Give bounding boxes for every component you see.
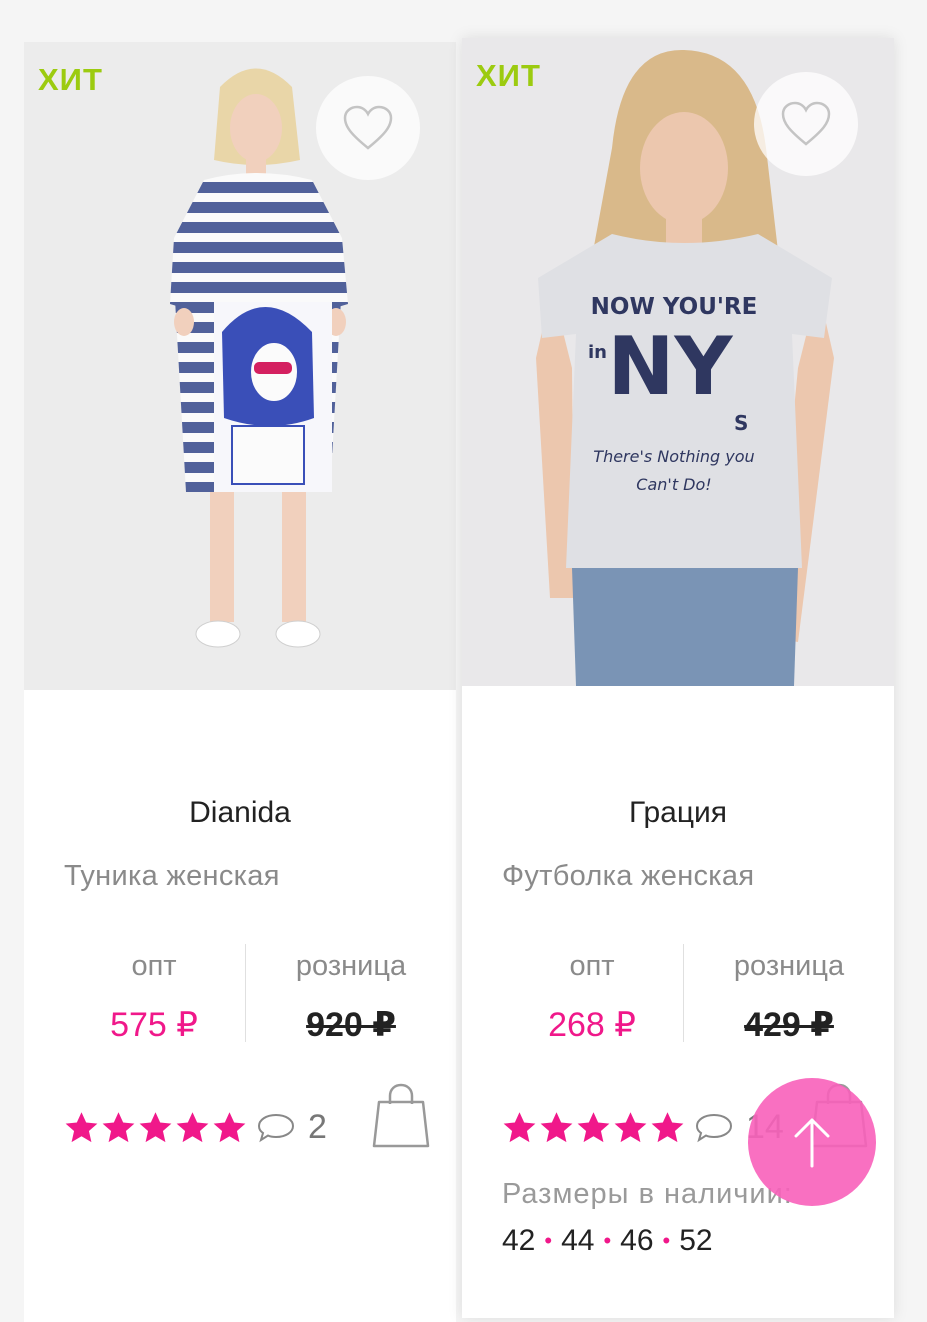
shirt-text-1: NOW YOU'RE <box>591 294 758 320</box>
size-option[interactable]: 42 <box>502 1224 535 1258</box>
star-icon <box>213 1112 246 1143</box>
product-card[interactable]: ХИТ Dianida Туника женская опт 575 ₽ роз… <box>24 42 456 1322</box>
comment-count: 2 <box>308 1108 327 1146</box>
price-divider <box>683 944 684 1042</box>
product-image[interactable]: NOW YOU'RE in NY S There's Nothing you C… <box>462 38 894 686</box>
size-option[interactable]: 46 <box>620 1224 653 1258</box>
scroll-to-top-button[interactable] <box>748 1078 876 1206</box>
arrow-up-icon <box>794 1118 830 1168</box>
wholesale-label: опт <box>131 950 177 982</box>
comment-icon <box>695 1113 733 1142</box>
shirt-text-4: S <box>734 411 748 435</box>
star-icon <box>651 1112 684 1143</box>
product-name[interactable]: Туника женская <box>64 860 280 893</box>
shopping-bag-icon <box>372 1083 430 1148</box>
star-icon <box>540 1112 573 1143</box>
heart-icon <box>343 105 393 150</box>
rating-stars <box>502 1110 685 1145</box>
hit-badge: ХИТ <box>38 62 103 97</box>
size-option[interactable]: 52 <box>679 1224 712 1258</box>
size-separator: • <box>544 1228 553 1253</box>
comment-icon <box>257 1113 295 1142</box>
retail-value: 429 ₽ <box>744 1006 834 1044</box>
retail-value: 920 ₽ <box>306 1006 396 1044</box>
wholesale-value: 268 ₽ <box>548 1006 636 1044</box>
star-icon <box>614 1112 647 1143</box>
heart-icon <box>781 101 831 146</box>
star-icon <box>577 1112 610 1143</box>
sizes-title: Размеры в наличии: <box>502 1178 793 1210</box>
brand-name[interactable]: Dianida <box>24 796 456 830</box>
brand-name[interactable]: Грация <box>462 796 894 830</box>
retail-price: розница 429 ₽ <box>691 950 887 1045</box>
star-icon <box>176 1112 209 1143</box>
star-icon <box>503 1112 536 1143</box>
retail-price: розница 920 ₽ <box>253 950 449 1045</box>
comments-link[interactable]: 2 <box>256 1108 327 1147</box>
add-to-cart-button[interactable] <box>370 1082 432 1155</box>
retail-label: розница <box>295 950 407 982</box>
retail-label: розница <box>733 950 845 982</box>
star-icon <box>65 1112 98 1143</box>
hit-badge: ХИТ <box>476 58 541 93</box>
size-separator: • <box>603 1228 612 1253</box>
shirt-text-5: There's Nothing you <box>593 447 754 466</box>
shirt-text-2: in <box>588 342 607 363</box>
wholesale-price: опт 268 ₽ <box>494 950 690 1045</box>
wholesale-label: опт <box>569 950 615 982</box>
rating-stars <box>64 1110 247 1145</box>
star-icon <box>139 1112 172 1143</box>
star-icon <box>102 1112 135 1143</box>
price-divider <box>245 944 246 1042</box>
sizes-list: 42 • 44 • 46 • 52 <box>502 1224 713 1258</box>
favorite-button[interactable] <box>316 76 420 180</box>
size-option[interactable]: 44 <box>561 1224 594 1258</box>
wholesale-price: опт 575 ₽ <box>56 950 252 1045</box>
shirt-text-6: Can't Do! <box>636 475 711 494</box>
wholesale-value: 575 ₽ <box>110 1006 198 1044</box>
size-separator: • <box>662 1228 671 1253</box>
product-name[interactable]: Футболка женская <box>502 860 754 893</box>
favorite-button[interactable] <box>754 72 858 176</box>
product-image[interactable]: ХИТ <box>24 42 456 690</box>
shirt-text-3: NY <box>608 320 734 413</box>
